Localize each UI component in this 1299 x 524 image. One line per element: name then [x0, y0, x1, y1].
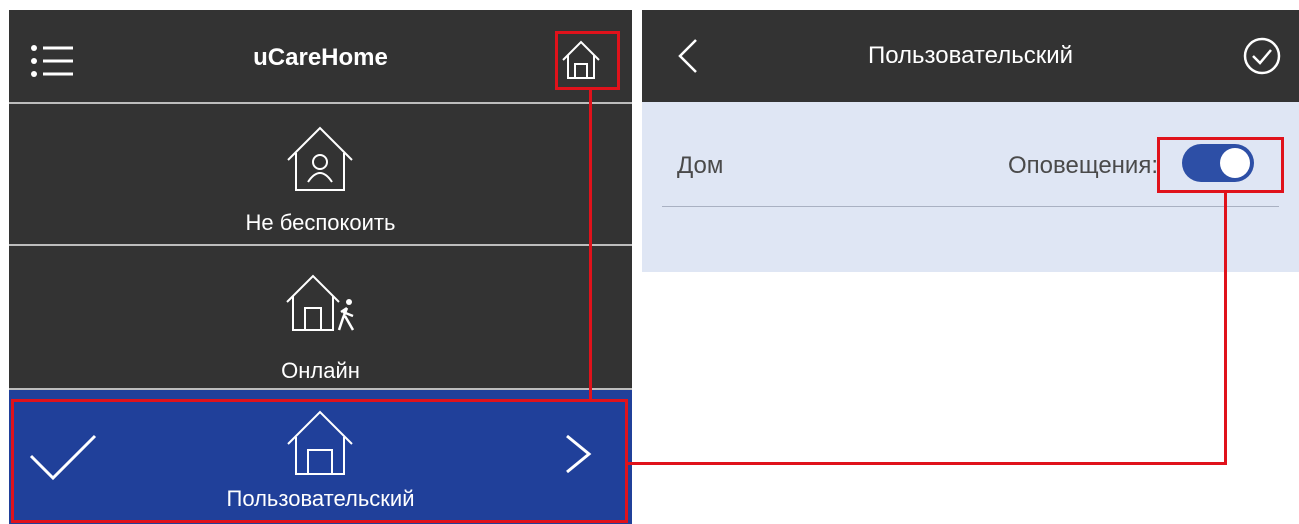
home-walk-icon — [286, 274, 355, 331]
mode-label: Не беспокоить — [245, 210, 396, 235]
highlight-notifications-toggle — [1157, 137, 1284, 193]
confirm-check-icon[interactable] — [1242, 36, 1282, 76]
app-header: uCareHome — [9, 10, 632, 102]
connector-line — [589, 90, 592, 399]
connector-line — [628, 462, 1227, 465]
page-title: Пользовательский — [867, 42, 1074, 69]
home-person-icon — [287, 126, 353, 191]
notifications-label: Оповещения: — [1008, 152, 1158, 179]
divider — [662, 206, 1279, 207]
mode-label: Онлайн — [281, 358, 360, 383]
highlight-home-button — [555, 31, 620, 90]
highlight-custom-mode — [11, 399, 628, 523]
custom-mode-header: Пользовательский — [642, 10, 1299, 102]
connector-line — [1224, 193, 1227, 465]
zone-label: Дом — [677, 152, 724, 179]
mode-item-online[interactable]: Онлайн — [9, 246, 632, 388]
mode-item-do-not-disturb[interactable]: Не беспокоить — [9, 104, 632, 244]
app-title: uCareHome — [253, 44, 388, 71]
